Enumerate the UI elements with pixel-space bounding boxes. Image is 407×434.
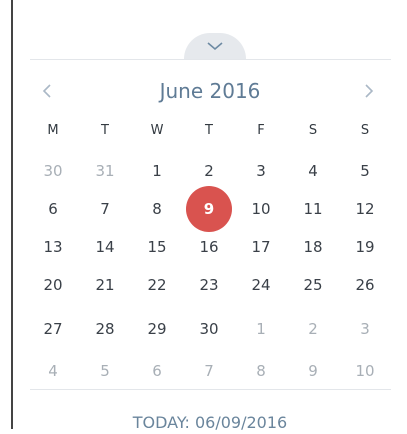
- calendar-day[interactable]: 1: [235, 316, 287, 342]
- date-picker: June 2016 MTWTFSS 30 31 1 2 3 4 5 6 7 8 9 10 11 12 13 1…: [0, 0, 407, 432]
- previous-month-button[interactable]: [37, 76, 61, 104]
- calendar-day[interactable]: 22: [131, 272, 183, 298]
- calendar-day[interactable]: 19: [339, 234, 391, 260]
- calendar-day[interactable]: 3: [235, 158, 287, 184]
- calendar-week-row: 6 7 8 9 10 11 12: [27, 186, 392, 232]
- calendar-day[interactable]: 5: [339, 158, 391, 184]
- calendar-day[interactable]: 10: [235, 196, 287, 222]
- chevron-down-icon: [207, 42, 223, 51]
- calendar-week-row: 30 31 1 2 3 4 5: [27, 158, 392, 184]
- calendar-day[interactable]: 21: [79, 272, 131, 298]
- selected-day[interactable]: 9: [183, 186, 235, 232]
- calendar-day[interactable]: 15: [131, 234, 183, 260]
- calendar-day[interactable]: 7: [183, 358, 235, 384]
- panel-left-border: [11, 0, 13, 429]
- next-month-button[interactable]: [359, 76, 383, 104]
- calendar-day[interactable]: 6: [27, 196, 79, 222]
- calendar-day[interactable]: 2: [183, 158, 235, 184]
- top-divider: [30, 59, 391, 60]
- chevron-right-icon: [365, 84, 374, 98]
- calendar-day[interactable]: 20: [27, 272, 79, 298]
- calendar-day[interactable]: 12: [339, 196, 391, 222]
- calendar-day[interactable]: 4: [27, 358, 79, 384]
- calendar-day[interactable]: 18: [287, 234, 339, 260]
- bottom-divider: [30, 389, 391, 390]
- weekday-label: W: [150, 123, 164, 138]
- calendar-week-row: 20 21 22 23 24 25 26: [27, 272, 392, 298]
- calendar-day[interactable]: 1: [131, 158, 183, 184]
- calendar-day[interactable]: 3: [339, 316, 391, 342]
- calendar-day[interactable]: 11: [287, 196, 339, 222]
- calendar-day[interactable]: 14: [79, 234, 131, 260]
- weekday-label: M: [47, 123, 59, 138]
- calendar-week-row: 27 28 29 30 1 2 3: [27, 316, 392, 342]
- calendar-day[interactable]: 16: [183, 234, 235, 260]
- calendar-day[interactable]: 26: [339, 272, 391, 298]
- calendar-day[interactable]: 6: [131, 358, 183, 384]
- calendar-day[interactable]: 31: [79, 158, 131, 184]
- calendar-day[interactable]: 13: [27, 234, 79, 260]
- calendar-day[interactable]: 2: [287, 316, 339, 342]
- calendar-day[interactable]: 7: [79, 196, 131, 222]
- calendar-day[interactable]: 24: [235, 272, 287, 298]
- weekday-label: T: [205, 123, 213, 138]
- chevron-left-icon: [42, 84, 51, 98]
- calendar-day[interactable]: 10: [339, 358, 391, 384]
- calendar-day[interactable]: 27: [27, 316, 79, 342]
- weekday-label: S: [308, 123, 318, 138]
- weekday-label: F: [257, 123, 265, 138]
- weekday-header: MTWTFSS: [27, 118, 392, 144]
- calendar-day[interactable]: 4: [287, 158, 339, 184]
- calendar-day[interactable]: 5: [79, 358, 131, 384]
- month-title: June 2016: [159, 79, 261, 103]
- calendar-day[interactable]: 9: [287, 358, 339, 384]
- calendar-day[interactable]: 17: [235, 234, 287, 260]
- calendar-day[interactable]: 30: [27, 158, 79, 184]
- calendar-week-row: 13 14 15 16 17 18 19: [27, 234, 392, 260]
- calendar-day[interactable]: 25: [287, 272, 339, 298]
- weekday-label: T: [101, 123, 109, 138]
- calendar-week-row: 4 5 6 7 8 9 10: [27, 358, 392, 384]
- calendar-day[interactable]: 23: [183, 272, 235, 298]
- calendar-day[interactable]: 29: [131, 316, 183, 342]
- calendar-day[interactable]: 8: [235, 358, 287, 384]
- collapse-toggle[interactable]: [184, 33, 246, 59]
- weekday-label: S: [360, 123, 370, 138]
- today-button[interactable]: TODAY: 06/09/2016: [60, 412, 360, 434]
- calendar-day[interactable]: 30: [183, 316, 235, 342]
- calendar-day[interactable]: 28: [79, 316, 131, 342]
- calendar-day[interactable]: 8: [131, 196, 183, 222]
